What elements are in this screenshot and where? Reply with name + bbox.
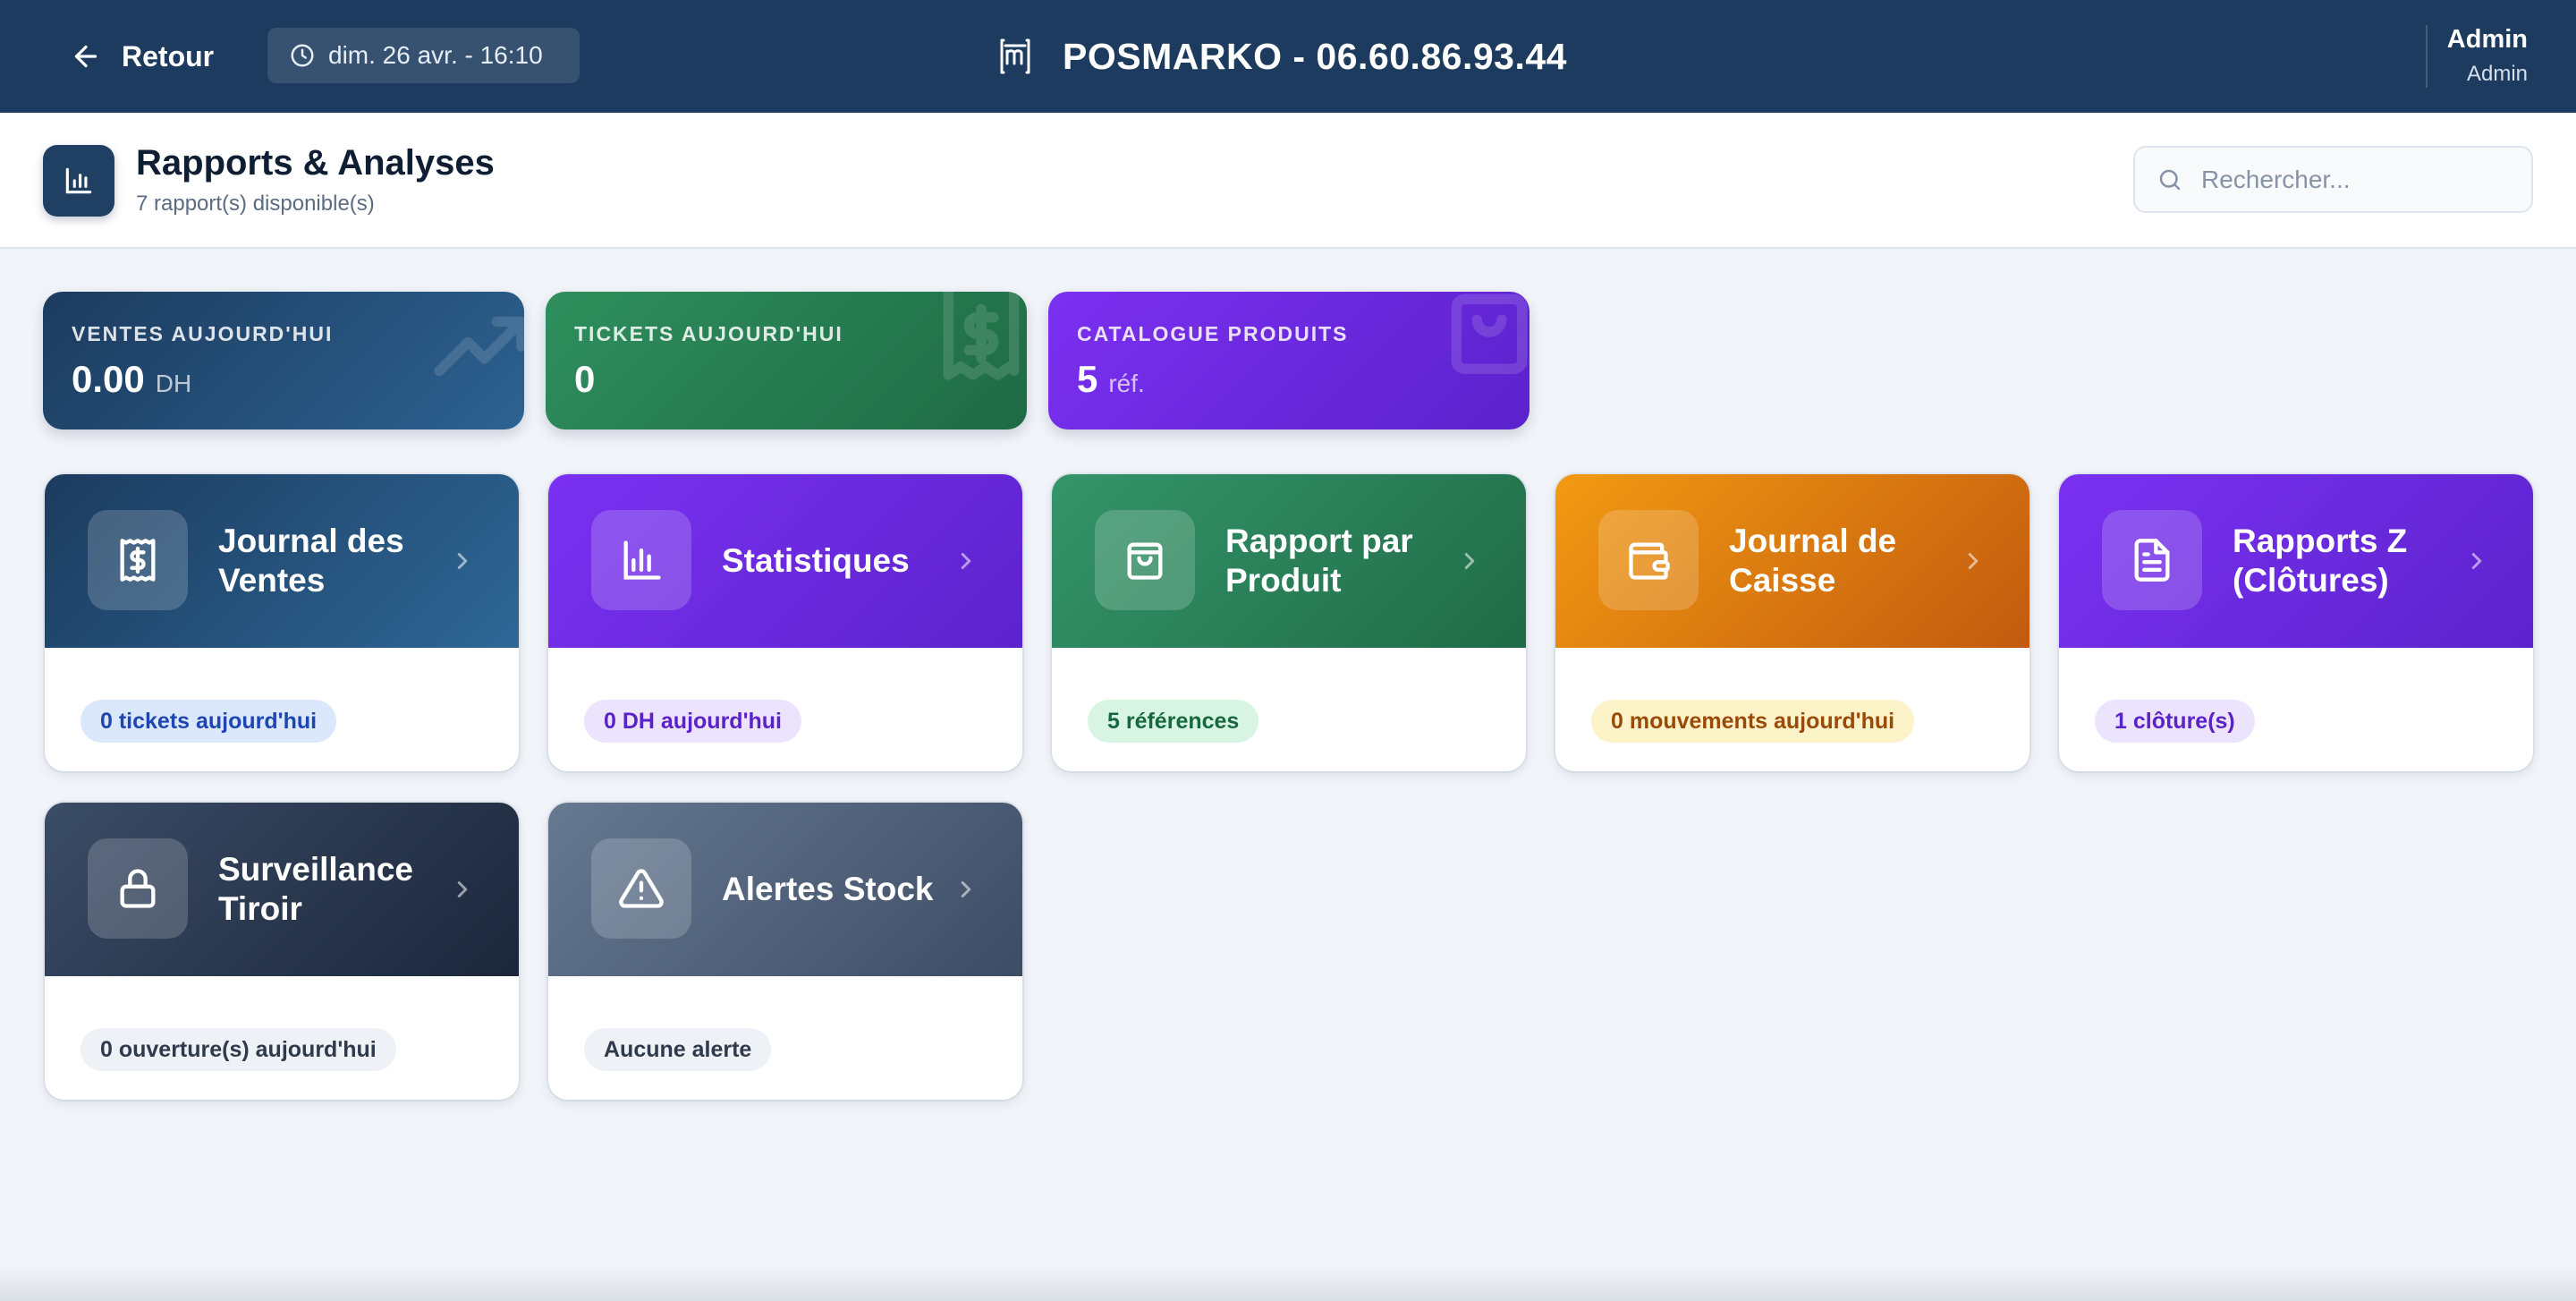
- report-card-alertes-stock[interactable]: Alertes Stock Aucune alerte: [548, 803, 1022, 1100]
- card-title: Journal de Caisse: [1729, 522, 1897, 599]
- stat-card-catalogue: CATALOGUE PRODUITS 5 réf.: [1048, 292, 1530, 429]
- card-badge: 0 tickets aujourd'hui: [80, 700, 337, 743]
- stat-label: VENTES AUJOURD'HUI: [72, 322, 334, 345]
- stat-label: TICKETS AUJOURD'HUI: [574, 322, 843, 345]
- chevron-right-icon: [1464, 553, 1475, 569]
- card-badge: Aucune alerte: [584, 1028, 772, 1071]
- receipt-icon: [943, 292, 1020, 380]
- report-card-journal-ventes[interactable]: Journal des Ventes 0 tickets aujourd'hui: [45, 474, 519, 771]
- arrow-left-icon: [74, 45, 97, 68]
- stat-number: 5: [1077, 358, 1098, 400]
- card-badge: 0 ouverture(s) aujourd'hui: [80, 1028, 396, 1071]
- chevron-right-icon: [2471, 553, 2482, 569]
- search-box[interactable]: [2133, 146, 2533, 213]
- file-text-icon: [2102, 510, 2202, 610]
- chevron-right-icon: [1968, 553, 1979, 569]
- clock-icon: [291, 44, 314, 67]
- card-title: Rapports Z (Clôtures): [2233, 522, 2408, 599]
- brand-name: POSMARKO - 06.60.86.93.44: [1063, 35, 1567, 77]
- search-icon: [2159, 169, 2181, 190]
- back-button-label: Retour: [122, 39, 215, 72]
- card-title: Rapport par Produit: [1225, 522, 1413, 599]
- shopping-bag-icon: [1451, 293, 1528, 374]
- card-badge: 1 clôture(s): [2095, 700, 2255, 743]
- chevron-right-icon: [961, 881, 971, 897]
- trending-up-icon: [434, 316, 524, 377]
- user-menu[interactable]: Admin Admin: [2447, 25, 2528, 87]
- card-header: Surveillance Tiroir: [45, 803, 519, 976]
- card-badge: 5 références: [1088, 700, 1259, 743]
- report-card-surveillance-tiroir[interactable]: Surveillance Tiroir 0 ouverture(s) aujou…: [45, 803, 519, 1100]
- card-badge: 0 DH aujourd'hui: [584, 700, 801, 743]
- bar-chart-icon: [591, 510, 691, 610]
- card-title: Journal des Ventes: [218, 522, 404, 599]
- stat-number: 0.00: [72, 358, 145, 400]
- card-header: Alertes Stock: [548, 803, 1022, 976]
- chevron-right-icon: [457, 881, 468, 897]
- report-card-rapport-produit[interactable]: Rapport par Produit 5 références: [1052, 474, 1526, 771]
- card-header: Rapport par Produit: [1052, 474, 1526, 648]
- report-card-statistiques[interactable]: Statistiques 0 DH aujourd'hui: [548, 474, 1022, 771]
- reports-icon: [43, 145, 114, 217]
- top-bar: Retour dim. 26 avr. - 16:10 POSMARKO - 0…: [0, 0, 2576, 113]
- stat-value: 0.00 DH: [72, 358, 191, 401]
- card-title: Surveillance Tiroir: [218, 850, 414, 927]
- page-title: Rapports & Analyses: [136, 143, 495, 183]
- stat-card-tickets: TICKETS AUJOURD'HUI 0: [546, 292, 1027, 429]
- datetime-display: dim. 26 avr. - 16:10: [267, 28, 580, 83]
- stat-unit: DH: [155, 370, 192, 397]
- page-header: Rapports & Analyses 7 rapport(s) disponi…: [0, 113, 2576, 249]
- bottom-fade: [0, 1265, 2576, 1301]
- receipt-icon: [88, 510, 188, 610]
- chevron-right-icon: [961, 553, 971, 569]
- card-header: Journal des Ventes: [45, 474, 519, 648]
- card-header: Journal de Caisse: [1555, 474, 2029, 648]
- card-badge: 0 mouvements aujourd'hui: [1591, 700, 1915, 743]
- shopping-bag-icon: [1095, 510, 1195, 610]
- stat-value: 0: [574, 358, 595, 401]
- lock-icon: [88, 838, 188, 939]
- search-input[interactable]: [2201, 165, 2523, 194]
- report-card-rapports-z[interactable]: Rapports Z (Clôtures) 1 clôture(s): [2059, 474, 2533, 771]
- stat-number: 0: [574, 358, 596, 400]
- brand: POSMARKO - 06.60.86.93.44: [998, 27, 1567, 86]
- user-divider: [2426, 25, 2428, 88]
- brand-logo-icon: [1000, 38, 1030, 74]
- stat-card-ventes: VENTES AUJOURD'HUI 0.00 DH: [43, 292, 524, 429]
- chevron-right-icon: [457, 553, 468, 569]
- card-title: Statistiques: [722, 541, 910, 579]
- user-role: Admin: [2466, 62, 2528, 86]
- report-card-journal-caisse[interactable]: Journal de Caisse 0 mouvements aujourd'h…: [1555, 474, 2029, 771]
- stat-value: 5 réf.: [1077, 358, 1145, 401]
- alert-triangle-icon: [591, 838, 691, 939]
- page-subtitle: 7 rapport(s) disponible(s): [136, 191, 375, 216]
- user-name: Admin: [2446, 25, 2528, 54]
- stat-label: CATALOGUE PRODUITS: [1077, 322, 1349, 345]
- back-button[interactable]: Retour: [70, 32, 214, 81]
- stat-unit: réf.: [1108, 370, 1145, 397]
- datetime-text: dim. 26 avr. - 16:10: [328, 41, 543, 69]
- card-header: Statistiques: [548, 474, 1022, 648]
- card-header: Rapports Z (Clôtures): [2059, 474, 2533, 648]
- wallet-icon: [1598, 510, 1699, 610]
- card-title: Alertes Stock: [722, 870, 934, 907]
